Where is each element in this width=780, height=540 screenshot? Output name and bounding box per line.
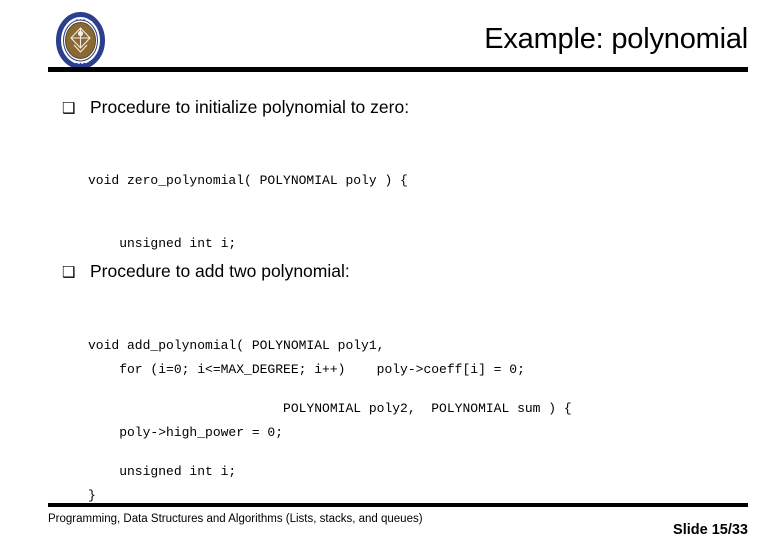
bullet-square-icon: ❑ (62, 263, 76, 281)
svg-text:★ ★ ★: ★ ★ ★ (75, 18, 85, 22)
slide-title: Example: polynomial (484, 23, 748, 55)
code-line: void add_polynomial( POLYNOMIAL poly1, (88, 338, 385, 353)
footer-course-label: Programming, Data Structures and Algorit… (48, 513, 423, 525)
code-line: POLYNOMIAL poly2, POLYNOMIAL sum ) { (88, 401, 572, 416)
slide-canvas: ★ ★ ★ ★ ★ ★ Example: polynomial ❑ Proced… (0, 0, 780, 540)
institutional-seal-icon: ★ ★ ★ ★ ★ ★ (52, 12, 109, 69)
code-line: void zero_polynomial( POLYNOMIAL poly ) … (88, 173, 408, 188)
code-line: unsigned int i; (88, 236, 237, 251)
bullet-square-icon: ❑ (62, 99, 76, 117)
bullet-item-add: ❑ Procedure to add two polynomial: (62, 260, 350, 282)
title-divider (48, 67, 748, 72)
svg-text:★ ★ ★: ★ ★ ★ (75, 62, 85, 66)
code-line: unsigned int i; (88, 464, 237, 479)
footer-slide-number: Slide 15/33 (673, 522, 748, 538)
footer-divider (48, 503, 748, 507)
bullet-item-initialize: ❑ Procedure to initialize polynomial to … (62, 96, 409, 118)
bullet-heading-add: Procedure to add two polynomial: (90, 261, 350, 281)
bullet-heading-initialize: Procedure to initialize polynomial to ze… (90, 97, 410, 117)
slide-body: ❑ Procedure to initialize polynomial to … (0, 90, 780, 503)
